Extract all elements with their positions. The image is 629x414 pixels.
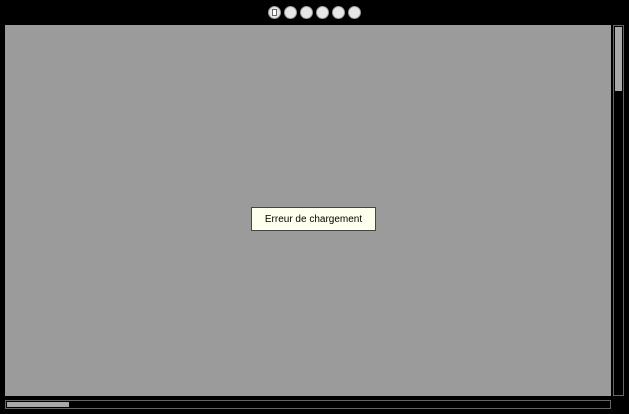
error-message-box: Erreur de chargement xyxy=(251,207,376,231)
page-icon-button[interactable] xyxy=(268,5,281,19)
content-viewport: Erreur de chargement xyxy=(5,25,611,396)
toolbar xyxy=(0,0,629,24)
toolbar-button-3[interactable] xyxy=(300,5,313,19)
toolbar-button-6[interactable] xyxy=(348,5,361,19)
vertical-scrollbar-thumb[interactable] xyxy=(615,27,622,91)
toolbar-button-5[interactable] xyxy=(332,5,345,19)
toolbar-button-2[interactable] xyxy=(284,5,297,19)
horizontal-scrollbar[interactable] xyxy=(5,400,611,409)
page-icon xyxy=(272,8,277,16)
error-message-text: Erreur de chargement xyxy=(264,213,363,225)
toolbar-button-4[interactable] xyxy=(316,5,329,19)
horizontal-scrollbar-thumb[interactable] xyxy=(7,402,69,407)
vertical-scrollbar[interactable] xyxy=(613,25,624,396)
